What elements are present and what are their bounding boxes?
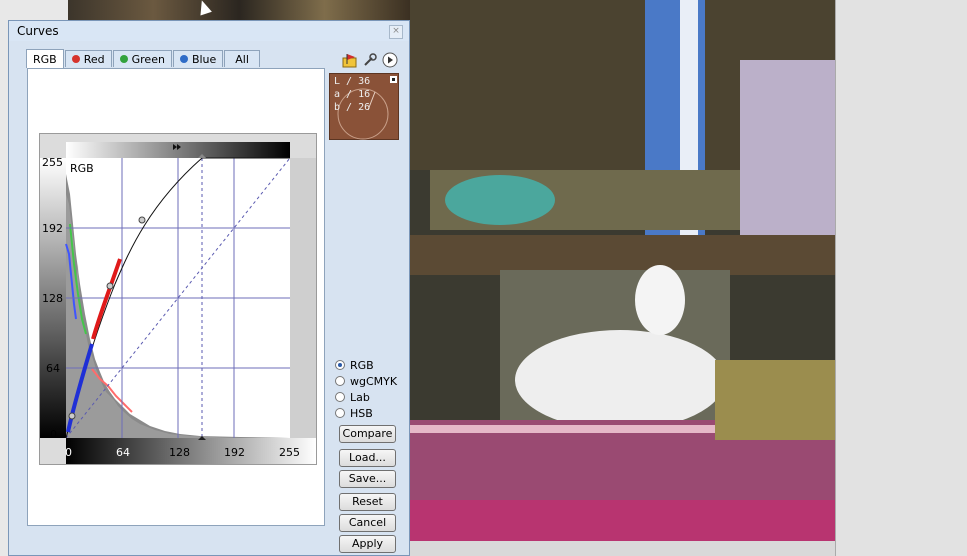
curve-point[interactable]	[68, 412, 76, 420]
background-photo-strip	[68, 0, 410, 20]
lab-l-value: 36	[358, 76, 371, 87]
close-icon[interactable]: ×	[389, 25, 403, 39]
tab-green-label: Green	[131, 52, 165, 66]
input-gradient-right	[290, 158, 316, 438]
radio-hsb-label: HSB	[350, 406, 373, 420]
wrench-icon[interactable]	[362, 52, 378, 68]
y-tick-label: 192	[42, 222, 63, 235]
carousel-photo	[410, 0, 835, 541]
tab-red-label: Red	[83, 52, 105, 66]
lab-b-value: 26	[358, 102, 371, 113]
tab-blue-label: Blue	[191, 52, 217, 66]
y-tick-label: 255	[42, 156, 63, 169]
radio-lab-label: Lab	[350, 390, 370, 404]
lab-a-label: a /	[334, 89, 353, 100]
radio-wgcmyk-label: wgCMYK	[350, 374, 398, 388]
save-button[interactable]: Save...	[339, 470, 396, 488]
lab-b-row: b / 26	[334, 102, 370, 113]
radio-hsb[interactable]: HSB	[335, 405, 397, 421]
load-button[interactable]: Load...	[339, 449, 396, 467]
title-bar[interactable]: Curves ×	[9, 21, 409, 41]
x-tick-label: 64	[116, 446, 130, 459]
tab-rgb[interactable]: RGB	[26, 49, 64, 68]
green-dot-icon	[119, 55, 128, 63]
color-mode-group: RGB wgCMYK Lab HSB	[335, 357, 397, 421]
red-dot-icon	[71, 55, 80, 63]
tab-rgb-label: RGB	[33, 52, 57, 66]
radio-wgcmyk-control[interactable]	[335, 376, 345, 386]
output-gradient-bar	[66, 142, 290, 158]
lab-b-label: b /	[334, 102, 353, 113]
apply-button[interactable]: Apply	[339, 535, 396, 553]
lab-l-label: L /	[334, 76, 353, 87]
radio-rgb-label: RGB	[350, 358, 374, 372]
x-tick-label: 0	[65, 446, 72, 459]
tab-all-label: All	[235, 52, 249, 66]
y-tick-label: 64	[46, 362, 60, 375]
radio-rgb-control[interactable]	[335, 360, 345, 370]
y-tick-label: 128	[42, 292, 63, 305]
tab-blue[interactable]: Blue	[172, 50, 224, 67]
carousel-photo-art	[410, 0, 835, 541]
x-tick-label: 255	[279, 446, 300, 459]
tab-all[interactable]: All	[224, 50, 260, 67]
photo-bottom-strip	[410, 541, 835, 556]
cancel-button[interactable]: Cancel	[339, 514, 396, 532]
dialog-title: Curves	[17, 24, 59, 38]
tab-red[interactable]: Red	[64, 50, 112, 67]
x-tick-label: 192	[224, 446, 245, 459]
lab-a-value: 16	[358, 89, 371, 100]
lab-a-row: a / 16	[334, 89, 370, 100]
lab-l-row: L / 36	[334, 76, 370, 87]
curve-point[interactable]	[106, 282, 114, 290]
compare-button[interactable]: Compare	[339, 425, 396, 443]
curve-graph[interactable]: RGB 255 192 128 64 0 0 64 128 192 255	[40, 134, 316, 464]
tab-green[interactable]: Green	[112, 50, 172, 67]
radio-hsb-control[interactable]	[335, 408, 345, 418]
toolbar-icons	[342, 52, 398, 68]
radio-rgb[interactable]: RGB	[335, 357, 397, 373]
radio-wgcmyk[interactable]: wgCMYK	[335, 373, 397, 389]
radio-lab-control[interactable]	[335, 392, 345, 402]
canvas-margin	[835, 0, 967, 556]
play-icon[interactable]	[382, 52, 398, 68]
graph-channel-label: RGB	[70, 162, 94, 175]
channel-tabs: RGB Red Green Blue All	[26, 49, 261, 68]
y-tick-label: 0	[50, 428, 57, 441]
lab-color-readout: L / 36 a / 16 b / 26	[329, 73, 399, 140]
x-tick-label: 128	[169, 446, 190, 459]
reset-button[interactable]: Reset	[339, 493, 396, 511]
curve-graph-frame: RGB 255 192 128 64 0 0 64 128 192 255	[39, 133, 317, 465]
curve-point[interactable]	[138, 216, 146, 224]
radio-lab[interactable]: Lab	[335, 389, 397, 405]
flag-folder-icon[interactable]	[342, 52, 358, 68]
curves-dialog: Curves × RGB Red Green Blue All L / 36 a…	[8, 20, 410, 556]
blue-dot-icon	[179, 55, 188, 63]
curves-panel: RGB 255 192 128 64 0 0 64 128 192 255	[27, 68, 325, 526]
